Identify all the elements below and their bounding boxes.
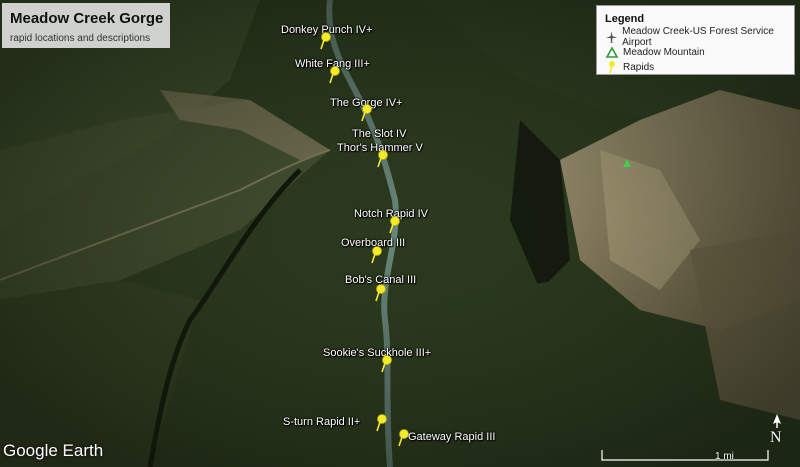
rapid-pin-4[interactable] (387, 216, 401, 234)
rapid-pin-1[interactable] (327, 66, 341, 84)
rapid-pin-5[interactable] (369, 246, 383, 264)
legend-item-rapids: Rapids (605, 60, 654, 74)
mountain-icon (605, 46, 619, 58)
rapid-label-3[interactable]: The Slot IV (352, 128, 406, 140)
legend-label-rapids: Rapids (623, 61, 655, 73)
meadow-mountain-marker[interactable] (622, 158, 632, 168)
rapid-label-10[interactable]: Gateway Rapid III (408, 431, 495, 443)
map-subtitle: rapid locations and descriptions (10, 33, 151, 44)
title-panel: Meadow Creek Gorge rapid locations and d… (2, 3, 170, 48)
legend-title: Legend (605, 13, 645, 25)
legend-label-mountain: Meadow Mountain (623, 46, 705, 58)
pushpin-icon (609, 61, 615, 74)
rapid-pin-6[interactable] (373, 284, 387, 302)
rapid-pin-7[interactable] (379, 355, 393, 373)
rapid-label-9[interactable]: S-turn Rapid II+ (283, 416, 360, 428)
rapid-pin-9[interactable] (396, 429, 410, 447)
scale-bar: 1 mi (600, 448, 770, 462)
rapid-pin-0[interactable] (318, 32, 332, 50)
rapid-label-8[interactable]: Sookie's Suckhole III+ (323, 347, 431, 359)
google-earth-logo: Google Earth (3, 441, 104, 460)
north-label: N (770, 429, 782, 446)
rapid-pin-3[interactable] (375, 150, 389, 168)
rapid-pin-8[interactable] (374, 414, 388, 432)
legend-panel: Legend Meadow Creek-US Forest Service Ai… (596, 5, 795, 75)
map-title: Meadow Creek Gorge (10, 10, 164, 27)
airport-icon (605, 31, 618, 43)
scale-label: 1 mi (715, 451, 734, 462)
north-indicator[interactable]: N (766, 412, 788, 452)
legend-item-airport: Meadow Creek-US Forest Service Airport (605, 26, 794, 48)
rapid-pin-2[interactable] (359, 104, 373, 122)
scale-ruler-icon (601, 450, 769, 461)
legend-item-mountain: Meadow Mountain (605, 45, 705, 59)
